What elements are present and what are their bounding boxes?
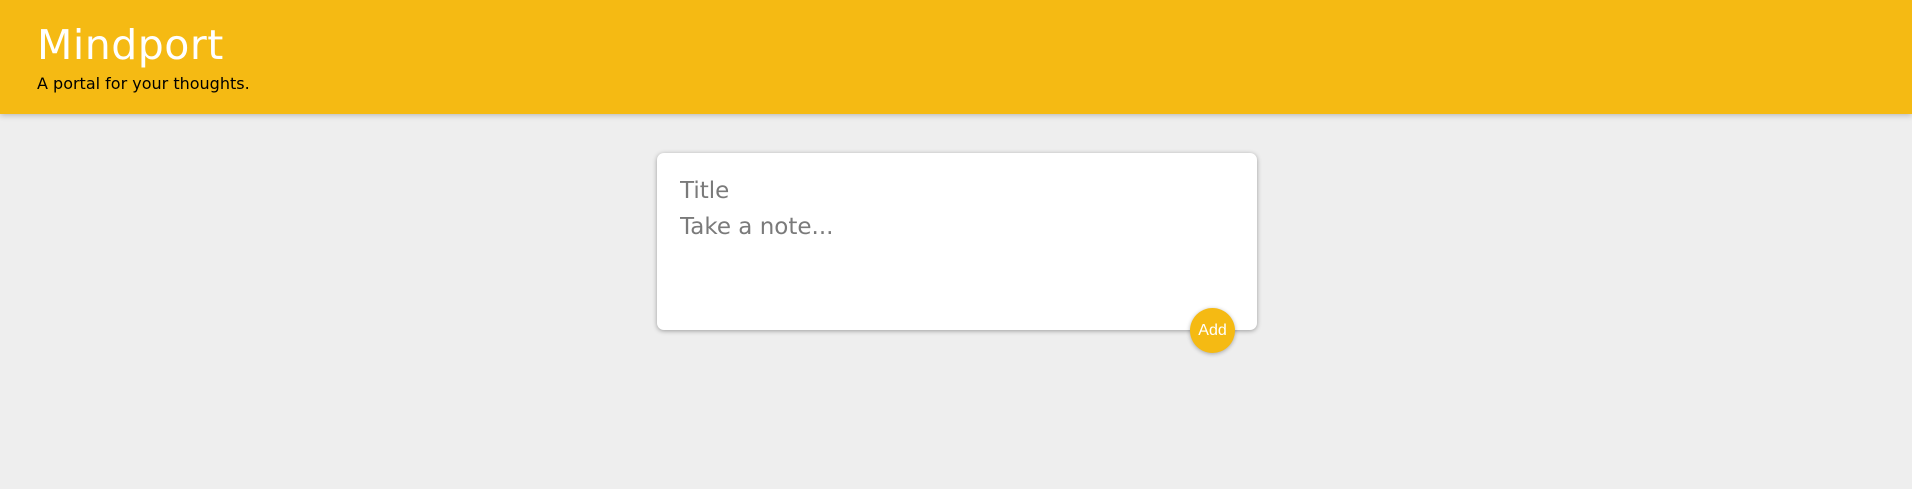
app-title: Mindport (37, 21, 224, 69)
app-header: Mindport A portal for your thoughts. (0, 0, 1912, 114)
note-content-input[interactable] (680, 211, 1234, 301)
add-note-button[interactable]: Add (1190, 308, 1235, 353)
create-note-form (657, 153, 1257, 330)
app-tagline: A portal for your thoughts. (37, 74, 250, 93)
note-title-input[interactable] (680, 173, 1234, 209)
